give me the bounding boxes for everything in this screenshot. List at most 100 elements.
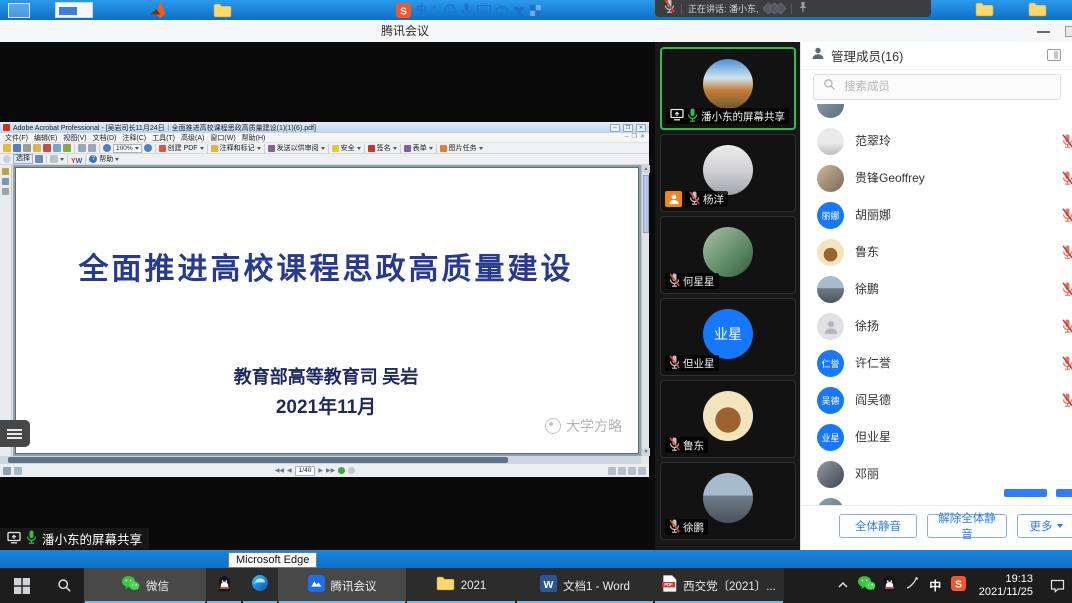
toolbar-icon[interactable] <box>13 144 21 152</box>
member-row[interactable]: 丽娜胡丽娜 <box>801 197 1072 234</box>
partial-button[interactable] <box>1004 489 1047 497</box>
member-search-box[interactable] <box>813 74 1061 100</box>
view-mode-dot-icon[interactable] <box>348 467 355 474</box>
status-icon[interactable] <box>3 467 11 475</box>
unmute-all-button[interactable]: 解除全体静音 <box>927 514 1007 538</box>
last-page-icon[interactable]: ▶▶ <box>326 466 335 476</box>
member-row[interactable]: 贵锋Geoffrey <box>801 160 1072 197</box>
acrobat-dropdown[interactable]: 签名 <box>368 143 397 153</box>
toolbox-icon[interactable] <box>496 5 508 16</box>
sogou-logo-icon[interactable]: S <box>396 3 411 18</box>
member-search-input[interactable] <box>842 80 1051 94</box>
muted-mic-icon[interactable] <box>1062 319 1072 338</box>
layout-icon[interactable] <box>608 467 616 475</box>
soft-keyboard-icon[interactable] <box>477 5 491 15</box>
folder-desktop-icon[interactable] <box>975 1 994 22</box>
acrobat-dropdown[interactable]: 注释和标记 <box>211 143 261 153</box>
toolbar-icon[interactable] <box>23 144 31 152</box>
taskbar-button-qq[interactable] <box>206 568 242 603</box>
prev-page-icon[interactable]: ◀ <box>287 466 292 476</box>
layout-icon[interactable] <box>628 467 636 475</box>
tray-expand-icon[interactable] <box>832 568 855 603</box>
taskbar-clock[interactable]: 19:132021/11/25 <box>970 573 1042 599</box>
minimize-button[interactable] <box>1037 31 1050 33</box>
select-tool-button[interactable]: 选择 <box>13 154 33 164</box>
taskbar-button-folder-2021[interactable]: 2021 <box>406 568 516 603</box>
muted-mic-icon[interactable] <box>1062 245 1072 264</box>
help-icon[interactable]: ? <box>89 155 97 163</box>
acrobat-titlebar[interactable]: Adobe Acrobat Professional - [吴岩司长11月24日… <box>0 122 649 133</box>
sogou-tray-icon[interactable]: S <box>947 568 970 603</box>
taskbar-search-icon[interactable] <box>44 568 84 603</box>
partial-button[interactable] <box>1056 489 1072 497</box>
page-indicator[interactable]: 1/40 <box>295 466 316 476</box>
muted-mic-icon[interactable] <box>1062 208 1072 227</box>
video-tile[interactable]: 业星但业星 <box>660 298 796 376</box>
document-window-controls[interactable]: ─ ❐✕ <box>624 133 649 142</box>
muted-mic-icon[interactable] <box>1062 171 1072 190</box>
acrobat-menu-item[interactable]: 文档(D) <box>90 133 120 143</box>
member-row[interactable]: 仁誉许仁誉 <box>801 345 1072 382</box>
speaking-indicator-bar[interactable]: 正在讲话: 潘小东, <box>655 0 931 17</box>
acrobat-dropdown[interactable]: 发送以供审阅 <box>268 143 325 153</box>
zoom-in-icon[interactable] <box>144 144 152 152</box>
doc-window-control[interactable]: ─ <box>624 133 628 142</box>
doc-window-control[interactable]: ✕ <box>640 133 645 142</box>
acrobat-menu-item[interactable]: 工具(T) <box>149 133 178 143</box>
acrobat-dropdown[interactable]: 创建 PDF <box>159 143 204 153</box>
desktop-icon-fragment[interactable] <box>8 3 30 18</box>
acrobat-menu-item[interactable]: 文件(F) <box>2 133 31 143</box>
zoom-out-icon[interactable] <box>103 144 111 152</box>
panel-toggle-icon[interactable] <box>1047 49 1061 61</box>
ink-pen-icon[interactable] <box>901 568 924 603</box>
muted-mic-icon[interactable] <box>1062 282 1072 301</box>
acrobat-nav-strip[interactable] <box>0 165 12 456</box>
acrobat-menu-item[interactable]: 注释(C) <box>119 133 149 143</box>
horizontal-scrollbar[interactable] <box>0 456 641 464</box>
member-row[interactable]: 吴德阎吴德 <box>801 382 1072 419</box>
member-row[interactable]: 徐扬 <box>801 308 1072 345</box>
taskbar-button-pdf[interactable]: PDF西交党〔2021〕... <box>654 568 784 603</box>
toolbar-icon[interactable] <box>3 144 11 152</box>
grid-panel-icon[interactable] <box>530 5 541 16</box>
acrobat-window-control[interactable]: ❐ <box>623 124 633 132</box>
start-button[interactable] <box>0 568 44 603</box>
maximize-button[interactable] <box>1065 26 1072 37</box>
wechat-tray-icon[interactable] <box>855 568 878 603</box>
status-icon[interactable] <box>14 467 22 475</box>
member-row[interactable]: 业星但业星 <box>801 419 1072 456</box>
notification-center-icon[interactable] <box>1042 579 1072 593</box>
pin-icon[interactable] <box>798 0 808 18</box>
voice-input-icon[interactable] <box>461 3 472 17</box>
member-row[interactable]: 徐鹏 <box>801 271 1072 308</box>
emoji-icon[interactable] <box>444 4 456 16</box>
more-button[interactable]: 更多 <box>1017 514 1072 538</box>
help-button[interactable]: 帮助 <box>99 154 119 164</box>
collapsed-panel-handle[interactable] <box>0 420 30 447</box>
video-tile[interactable]: 杨洋 <box>660 134 796 212</box>
video-tile[interactable]: 徐鹏 <box>660 462 796 540</box>
scrollbar-thumb[interactable] <box>643 175 649 233</box>
pan-tool-icon[interactable] <box>3 155 11 163</box>
snapshot-tool-icon[interactable] <box>35 155 43 163</box>
acrobat-menu-item[interactable]: 视图(V) <box>60 133 89 143</box>
acrobat-window-control[interactable]: ─ <box>610 124 620 132</box>
doc-window-control[interactable]: ❐ <box>632 133 637 142</box>
member-row[interactable]: 邓丽 <box>801 456 1072 493</box>
toolbar-icon[interactable] <box>53 144 61 152</box>
scrollbar-thumb[interactable] <box>8 457 508 463</box>
pdf-document-area[interactable]: 全面推进高校课程思政高质量建设 教育部高等教育司 吴岩 2021年11月 大学方… <box>13 165 641 456</box>
video-tile[interactable]: 鲁东 <box>660 380 796 458</box>
toolbar-icon[interactable] <box>33 144 41 152</box>
ime-mode-icon[interactable]: 中 <box>416 3 427 17</box>
acrobat-dropdown[interactable]: 安全 <box>332 143 361 153</box>
desktop-icon-fragment[interactable] <box>55 2 93 18</box>
first-page-icon[interactable]: ◀◀ <box>275 466 284 476</box>
next-page-icon[interactable]: ▶ <box>318 466 323 476</box>
member-row[interactable]: 鲁东 <box>801 234 1072 271</box>
video-tile[interactable]: 何星星 <box>660 216 796 294</box>
skin-icon[interactable] <box>513 5 525 16</box>
redo-icon[interactable] <box>88 144 96 152</box>
video-tile[interactable]: 潘小东的屏幕共享 <box>660 47 796 130</box>
acrobat-dropdown[interactable]: 图片任务 <box>440 143 483 153</box>
